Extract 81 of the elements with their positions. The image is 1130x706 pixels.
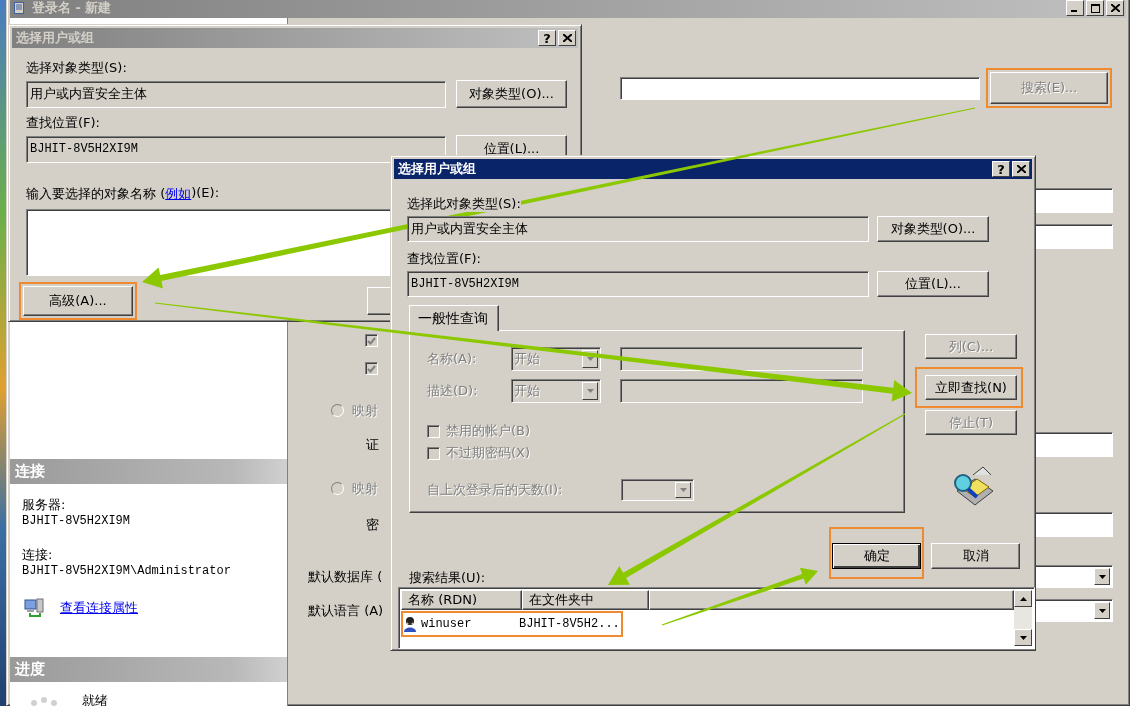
- down-arrow-icon: [1019, 635, 1027, 640]
- field-label: 默认数据库 (: [308, 567, 383, 586]
- button[interactable]: 立即查找(N): [925, 375, 1017, 400]
- window-title: 登录名 - 新建: [32, 0, 113, 17]
- ok-button[interactable]: 确定: [832, 543, 921, 569]
- dropdown-button[interactable]: [582, 382, 598, 400]
- field-label: 默认语言 (A): [308, 601, 384, 620]
- caret-icon: [679, 488, 687, 492]
- dropdown-button[interactable]: [675, 482, 691, 498]
- section-header: 连接: [10, 459, 287, 484]
- checkbox-label: 不过期密码(X): [446, 444, 531, 462]
- option-label: 映射: [352, 401, 378, 420]
- object-types-button[interactable]: 对象类型(O)...: [456, 80, 567, 108]
- server-name: BJHIT-8V5H2XI9M: [22, 514, 132, 528]
- checkbox[interactable]: [427, 424, 440, 438]
- help-button[interactable]: ?: [992, 161, 1010, 177]
- field-label: 查找位置(F):: [407, 251, 481, 267]
- close-button[interactable]: [558, 30, 576, 46]
- section-header: 进度: [10, 657, 287, 682]
- computer-icon: [24, 598, 44, 618]
- text-field[interactable]: BJHIT-8V5H2XI9M: [407, 271, 869, 297]
- minimize-button[interactable]: [1066, 0, 1084, 16]
- close-icon: [1110, 4, 1120, 12]
- examples-link[interactable]: 例如: [165, 185, 192, 203]
- window-icon: [14, 2, 24, 14]
- maximize-button[interactable]: [1086, 0, 1104, 16]
- scrollbar[interactable]: [1014, 590, 1032, 646]
- option-label: 映射: [352, 479, 378, 498]
- field-label: )(E):: [191, 185, 220, 202]
- close-button[interactable]: [1106, 0, 1124, 16]
- maximize-icon: [1090, 3, 1100, 13]
- dropdown-value: 开始: [514, 350, 541, 368]
- search-field[interactable]: [620, 76, 980, 100]
- field-label: 选择对象类型(S):: [26, 60, 127, 76]
- connection-name: BJHIT-8V5H2XI9M\Administrator: [22, 564, 232, 578]
- checkbox[interactable]: [427, 446, 440, 460]
- dropdown-value: 开始: [514, 382, 541, 400]
- field-label: 描述(D):: [427, 382, 479, 400]
- caret-icon: [1098, 608, 1106, 613]
- column-header[interactable]: 在文件夹中: [522, 590, 649, 610]
- field-label: 证: [366, 435, 379, 454]
- checkbox-label: 禁用的帐户(B): [446, 422, 531, 440]
- dropdown-button[interactable]: [1094, 602, 1110, 619]
- up-arrow-icon: [1019, 596, 1027, 601]
- cancel-button[interactable]: 取消: [931, 543, 1020, 569]
- column-header[interactable]: 名称 (RDN): [401, 590, 522, 610]
- status-text: 就绪: [82, 692, 108, 706]
- table-cell-text: winuser: [421, 617, 473, 631]
- dialog-title: 选择用户或组: [16, 29, 95, 47]
- column-header[interactable]: [649, 590, 1014, 610]
- advanced-button[interactable]: 高级(A)...: [23, 286, 133, 316]
- table-cell: BJHIT-8V5H2...: [519, 617, 620, 631]
- user-icon: [403, 616, 417, 632]
- dropdown-button[interactable]: [1094, 568, 1110, 585]
- dialog-title: 选择用户或组: [398, 160, 477, 178]
- field-label: 自上次登录后的天数(I):: [427, 481, 564, 499]
- help-button[interactable]: ?: [538, 30, 556, 46]
- caret-icon: [586, 389, 594, 393]
- close-icon: [1016, 165, 1026, 173]
- field-label: 搜索结果(U):: [409, 569, 487, 587]
- locations-button[interactable]: 位置(L)...: [877, 271, 989, 297]
- field-label: 名称(A):: [427, 350, 478, 368]
- object-types-button[interactable]: 对象类型(O)...: [877, 216, 989, 242]
- tab[interactable]: 一般性查询: [409, 305, 499, 331]
- field-label: 查找位置(F):: [26, 115, 100, 131]
- close-button[interactable]: [1012, 161, 1030, 177]
- dropdown-field[interactable]: [621, 479, 694, 501]
- field-label: 密: [366, 515, 379, 534]
- caret-icon: [1098, 574, 1106, 579]
- field-label: 连接:: [22, 546, 54, 564]
- text-field[interactable]: BJHIT-8V5H2XI9M: [26, 135, 446, 163]
- caret-icon: [586, 357, 594, 361]
- close-icon: [562, 34, 572, 42]
- field-label: 服务器:: [22, 496, 67, 514]
- text-field[interactable]: 用户或内置安全主体: [407, 216, 869, 242]
- text-field[interactable]: [620, 379, 863, 403]
- field-label: 输入要选择的对象名称 (: [26, 185, 166, 203]
- field-label: 选择此对象类型(S):: [407, 196, 521, 212]
- text-field[interactable]: [620, 347, 863, 371]
- text-field[interactable]: 用户或内置安全主体: [26, 80, 446, 108]
- properties-link[interactable]: 查看连接属性: [60, 599, 138, 617]
